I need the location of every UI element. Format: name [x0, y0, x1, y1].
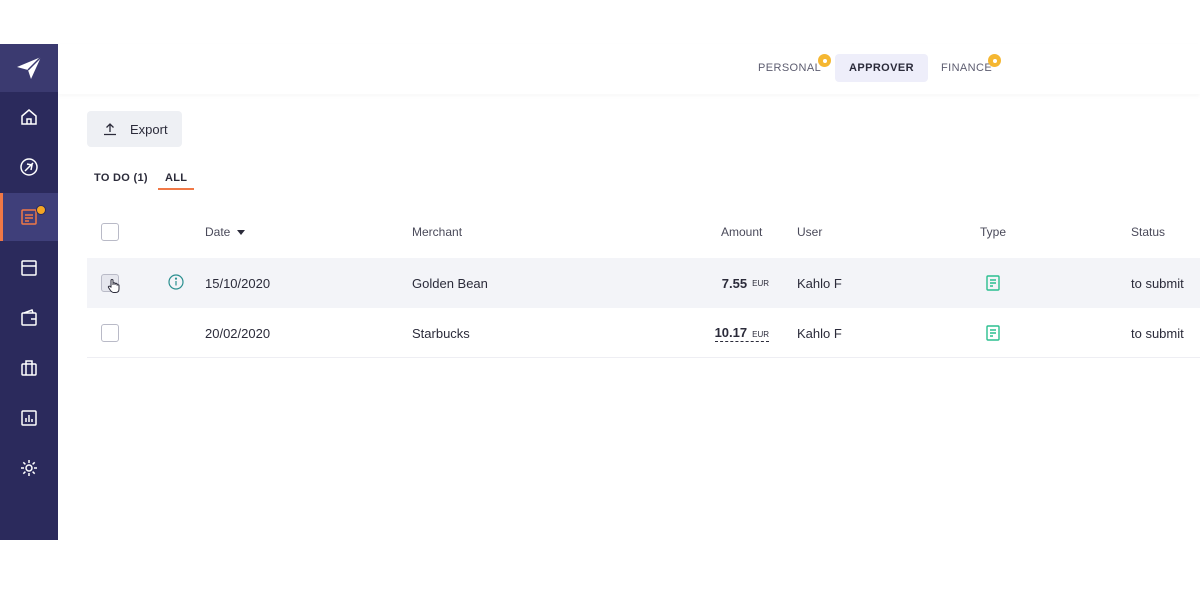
- table-row[interactable]: 15/10/2020 Golden Bean 7.55 EUR Kahlo F …: [87, 258, 1200, 308]
- filter-tab-todo-label: TO DO (1): [94, 172, 148, 184]
- row-merchant: Starbucks: [412, 325, 470, 341]
- role-tab-approver[interactable]: APPROVER: [835, 54, 928, 82]
- row-amount-value: 10.17: [714, 324, 748, 340]
- home-icon: [21, 109, 37, 125]
- column-header-user: User: [797, 225, 823, 239]
- receipt-icon: [986, 325, 1000, 341]
- receipt-icon: [986, 275, 1000, 291]
- row-user: Kahlo F: [797, 275, 842, 291]
- nav-reports[interactable]: [0, 394, 58, 442]
- hand-cursor-icon: [107, 278, 120, 293]
- row-merchant: Golden Bean: [412, 275, 488, 291]
- select-all-checkbox[interactable]: [101, 223, 119, 241]
- sidebar: [0, 44, 58, 540]
- nav-home[interactable]: [0, 93, 58, 141]
- row-user: Kahlo F: [797, 325, 842, 341]
- column-header-type: Type: [980, 225, 1007, 239]
- row-amount: 7.55 EUR: [707, 258, 769, 308]
- compass-plane-icon: [20, 158, 38, 176]
- filter-tab-all[interactable]: ALL: [158, 172, 195, 190]
- export-button[interactable]: Export: [87, 111, 182, 147]
- column-header-merchant: Merchant: [412, 225, 463, 239]
- row-type: [986, 258, 1000, 308]
- row-amount[interactable]: 10.17 EUR: [707, 308, 769, 358]
- row-status: to submit: [1131, 325, 1184, 341]
- wallet-icon: [21, 309, 37, 326]
- filter-tab-todo[interactable]: TO DO (1): [94, 172, 148, 190]
- gear-icon: [21, 460, 37, 476]
- row-type: [986, 308, 1000, 358]
- filter-tab-all-label: ALL: [165, 172, 188, 184]
- info-icon[interactable]: [168, 274, 184, 290]
- table-row[interactable]: 20/02/2020 Starbucks 10.17 EUR Kahlo F t…: [87, 308, 1200, 358]
- nav-wallet[interactable]: [0, 294, 58, 342]
- sort-down-icon: [237, 230, 246, 235]
- column-header-date[interactable]: Date: [205, 225, 246, 239]
- row-amount-currency: EUR: [752, 329, 769, 339]
- personal-badge: [818, 54, 831, 67]
- nav-invoices[interactable]: [0, 244, 58, 292]
- expenses-badge: [36, 205, 46, 215]
- report-chart-icon: [21, 410, 37, 426]
- column-header-date-label: Date: [205, 225, 231, 239]
- column-header-status: Status: [1131, 225, 1166, 239]
- suitcase-icon: [21, 360, 37, 376]
- role-tab-approver-label: APPROVER: [849, 62, 914, 74]
- row-amount-value: 7.55: [721, 275, 748, 291]
- role-tab-finance-label: FINANCE: [941, 62, 993, 74]
- row-checkbox[interactable]: [101, 324, 119, 342]
- row-date: 20/02/2020: [205, 325, 271, 341]
- row-status: to submit: [1131, 275, 1184, 291]
- row-amount-link[interactable]: 10.17 EUR: [714, 324, 769, 342]
- row-amount-currency: EUR: [752, 278, 769, 288]
- column-header-amount: Amount: [721, 225, 763, 239]
- row-date: 15/10/2020: [205, 275, 271, 291]
- app: PERSONAL APPROVER FINANCE Export TO DO (…: [0, 44, 1200, 540]
- top-bar: PERSONAL APPROVER FINANCE: [58, 44, 1200, 94]
- finance-badge: [988, 54, 1001, 67]
- role-tab-personal-label: PERSONAL: [758, 62, 822, 74]
- logo[interactable]: [0, 44, 58, 92]
- nav-expenses[interactable]: [0, 193, 58, 241]
- card-icon: [21, 260, 37, 276]
- export-label: Export: [130, 121, 168, 137]
- nav-settings[interactable]: [0, 444, 58, 492]
- nav-travel[interactable]: [0, 143, 58, 191]
- paper-plane-logo-icon: [17, 56, 42, 79]
- upload-icon: [104, 123, 116, 136]
- nav-trips[interactable]: [0, 344, 58, 392]
